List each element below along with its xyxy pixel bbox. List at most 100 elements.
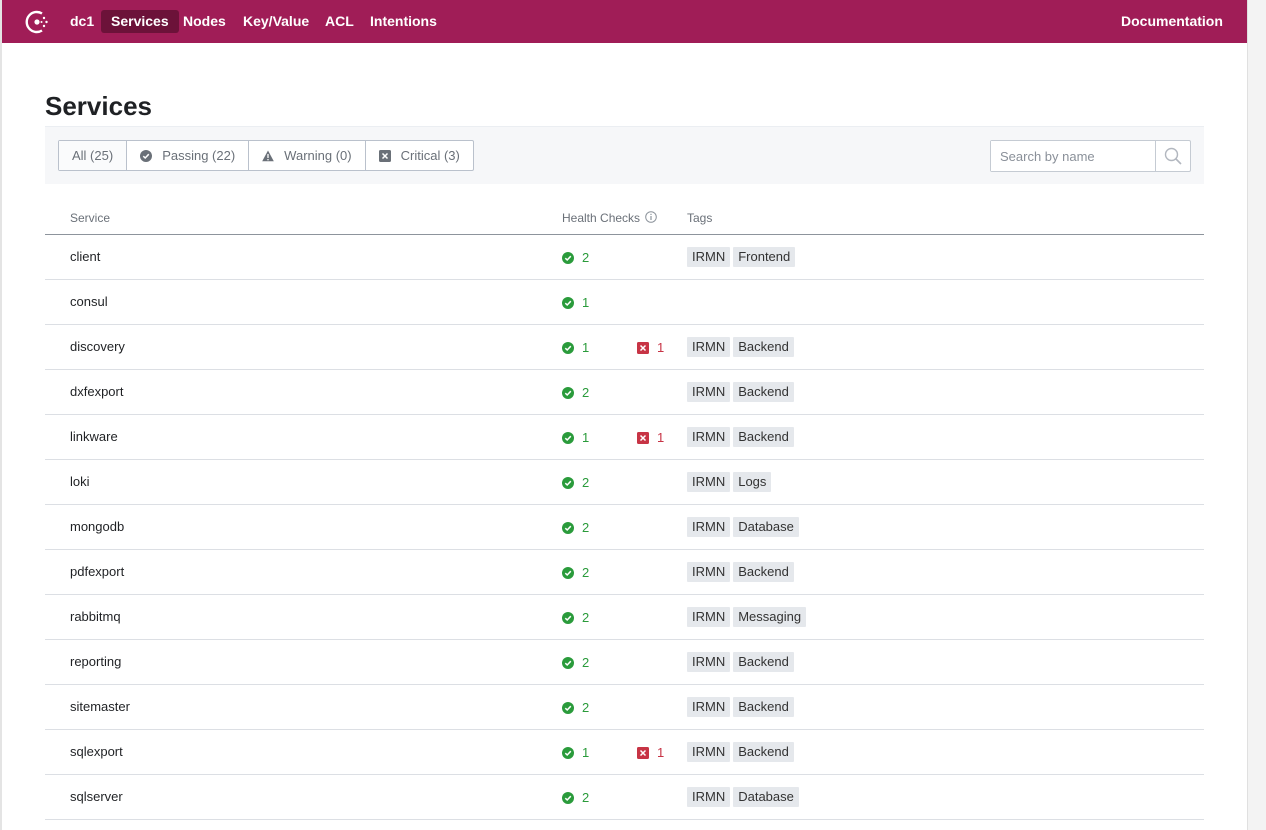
service-name-link[interactable]: mongodb xyxy=(70,519,124,534)
filter-passing-label: Passing (22) xyxy=(162,148,236,163)
table-row[interactable]: client 2 IRMN Frontend xyxy=(45,235,1204,280)
datacenter-selector[interactable]: dc1 xyxy=(60,10,104,33)
consul-logo-icon[interactable] xyxy=(23,8,51,36)
service-name-link[interactable]: loki xyxy=(70,474,90,489)
passing-count: 2 xyxy=(582,475,590,490)
nav-acl[interactable]: ACL xyxy=(315,10,364,33)
passing-count: 2 xyxy=(582,655,590,670)
table-row[interactable]: consul 1 xyxy=(45,280,1204,325)
tag-list: IRMN Backend xyxy=(687,562,797,582)
info-icon[interactable] xyxy=(645,211,658,223)
nav-nodes[interactable]: Nodes xyxy=(173,10,236,33)
critical-count: 1 xyxy=(657,430,665,445)
tag-list: IRMN Backend xyxy=(687,652,797,672)
tag: IRMN xyxy=(687,382,731,402)
passing-checks: 2 xyxy=(562,655,589,670)
service-name-link[interactable]: pdfexport xyxy=(70,564,124,579)
passing-check-icon xyxy=(562,746,574,759)
table-row[interactable]: discovery 1 1 IRMN Backend xyxy=(45,325,1204,370)
table-row[interactable]: loki 2 IRMN Logs xyxy=(45,460,1204,505)
passing-count: 2 xyxy=(582,700,590,715)
header-health-checks: Health Checks xyxy=(562,211,658,225)
tag: Backend xyxy=(733,427,794,447)
top-navigation-bar: dc1 Services Nodes Key/Value ACL Intenti… xyxy=(2,0,1247,43)
services-table: Service Health Checks Tags client 2 IRMN… xyxy=(45,204,1204,820)
critical-check-icon xyxy=(637,431,649,444)
table-row[interactable]: pdfexport 2 IRMN Backend xyxy=(45,550,1204,595)
tag-list: IRMN Backend xyxy=(687,337,797,357)
service-name-link[interactable]: sitemaster xyxy=(70,699,130,714)
tag: IRMN xyxy=(687,607,731,627)
passing-check-icon xyxy=(562,656,574,669)
window-left-edge xyxy=(0,0,2,830)
search-button[interactable] xyxy=(1155,141,1190,171)
passing-count: 2 xyxy=(582,250,590,265)
critical-count: 1 xyxy=(657,340,665,355)
tag: Frontend xyxy=(733,247,796,267)
tag: Backend xyxy=(733,742,794,762)
passing-checks: 2 xyxy=(562,790,589,805)
passing-check-icon xyxy=(562,296,574,309)
filter-passing[interactable]: Passing (22) xyxy=(126,141,248,170)
window-scrollbar[interactable] xyxy=(1247,0,1266,830)
tag: Logs xyxy=(733,472,772,492)
table-row[interactable]: linkware 1 1 IRMN Backend xyxy=(45,415,1204,460)
passing-count: 2 xyxy=(582,610,590,625)
passing-check-icon xyxy=(562,251,574,264)
passing-check-icon xyxy=(562,521,574,534)
tag: IRMN xyxy=(687,337,731,357)
passing-checks: 2 xyxy=(562,475,589,490)
table-row[interactable]: sitemaster 2 IRMN Backend xyxy=(45,685,1204,730)
filter-critical[interactable]: Critical (3) xyxy=(364,141,473,170)
tag: Backend xyxy=(733,652,794,672)
service-name-link[interactable]: sqlexport xyxy=(70,744,123,759)
passing-checks: 2 xyxy=(562,610,589,625)
tag-list: IRMN Messaging xyxy=(687,607,809,627)
tag-list: IRMN Frontend xyxy=(687,247,798,267)
nav-key-value[interactable]: Key/Value xyxy=(233,10,319,33)
table-row[interactable]: mongodb 2 IRMN Database xyxy=(45,505,1204,550)
tag-list: IRMN Backend xyxy=(687,427,797,447)
filter-all[interactable]: All (25) xyxy=(59,141,127,170)
tag: IRMN xyxy=(687,427,731,447)
table-row[interactable]: reporting 2 IRMN Backend xyxy=(45,640,1204,685)
service-name-link[interactable]: sqlserver xyxy=(70,789,123,804)
search-input[interactable] xyxy=(991,141,1155,171)
tag: Database xyxy=(733,517,799,537)
nav-intentions[interactable]: Intentions xyxy=(360,10,447,33)
table-row[interactable]: dxfexport 2 IRMN Backend xyxy=(45,370,1204,415)
passing-checks: 2 xyxy=(562,520,589,535)
service-name-link[interactable]: discovery xyxy=(70,339,125,354)
passing-check-icon xyxy=(562,386,574,399)
passing-checks: 1 xyxy=(562,295,589,310)
service-name-link[interactable]: consul xyxy=(70,294,108,309)
passing-checks: 1 xyxy=(562,430,589,445)
passing-check-icon xyxy=(562,566,574,579)
passing-count: 1 xyxy=(582,745,590,760)
passing-checks: 1 xyxy=(562,340,589,355)
critical-check-icon xyxy=(637,341,649,354)
documentation-link[interactable]: Documentation xyxy=(1121,10,1223,33)
filter-warning[interactable]: Warning (0) xyxy=(248,141,364,170)
passing-checks: 2 xyxy=(562,565,589,580)
table-row[interactable]: sqlserver 2 IRMN Database xyxy=(45,775,1204,820)
table-header: Service Health Checks Tags xyxy=(45,204,1204,235)
table-row[interactable]: sqlexport 1 1 IRMN Backend xyxy=(45,730,1204,775)
nav-services[interactable]: Services xyxy=(101,10,179,33)
service-name-link[interactable]: dxfexport xyxy=(70,384,123,399)
tag-list: IRMN Backend xyxy=(687,697,797,717)
passing-checks: 1 xyxy=(562,745,589,760)
tag-list: IRMN Database xyxy=(687,517,802,537)
passing-count: 2 xyxy=(582,385,590,400)
service-name-link[interactable]: client xyxy=(70,249,100,264)
service-name-link[interactable]: reporting xyxy=(70,654,121,669)
passing-count: 1 xyxy=(582,295,590,310)
header-health-checks-label: Health Checks xyxy=(562,211,641,225)
passing-check-icon xyxy=(562,476,574,489)
table-row[interactable]: rabbitmq 2 IRMN Messaging xyxy=(45,595,1204,640)
service-name-link[interactable]: rabbitmq xyxy=(70,609,121,624)
service-name-link[interactable]: linkware xyxy=(70,429,118,444)
filter-warning-label: Warning (0) xyxy=(284,148,352,163)
critical-icon xyxy=(378,149,391,162)
critical-count: 1 xyxy=(657,745,665,760)
